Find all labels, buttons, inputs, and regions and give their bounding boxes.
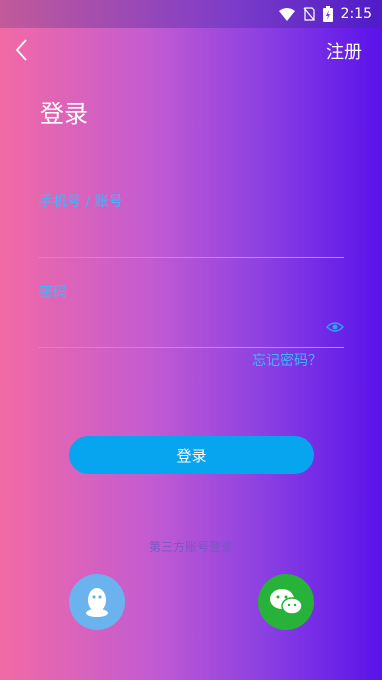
register-link[interactable]: 注册	[326, 38, 362, 64]
phone-label: 手机号 / 账号	[39, 194, 123, 210]
phone-input[interactable]	[38, 224, 344, 258]
third-party-label: 第三方账号登录	[148, 540, 233, 554]
battery-icon	[322, 6, 333, 22]
qq-icon	[86, 588, 108, 617]
forgot-password-link[interactable]: 忘记密码？	[252, 350, 322, 370]
status-time: 2:15	[340, 6, 372, 22]
page-title: 登录	[40, 100, 88, 128]
chevron-left-icon[interactable]	[12, 36, 32, 64]
password-input[interactable]	[38, 314, 344, 348]
wechat-login-button[interactable]	[258, 574, 314, 630]
eye-icon[interactable]	[326, 321, 344, 333]
status-icons: 2:15	[278, 5, 372, 23]
password-label: 密码	[39, 285, 67, 301]
wechat-icon	[270, 589, 303, 615]
status-bar: 2:15	[0, 0, 382, 28]
qq-login-button[interactable]	[69, 574, 125, 630]
wifi-icon	[278, 7, 295, 21]
no-sim-icon	[303, 7, 315, 21]
login-button[interactable]: 登录	[69, 436, 314, 474]
